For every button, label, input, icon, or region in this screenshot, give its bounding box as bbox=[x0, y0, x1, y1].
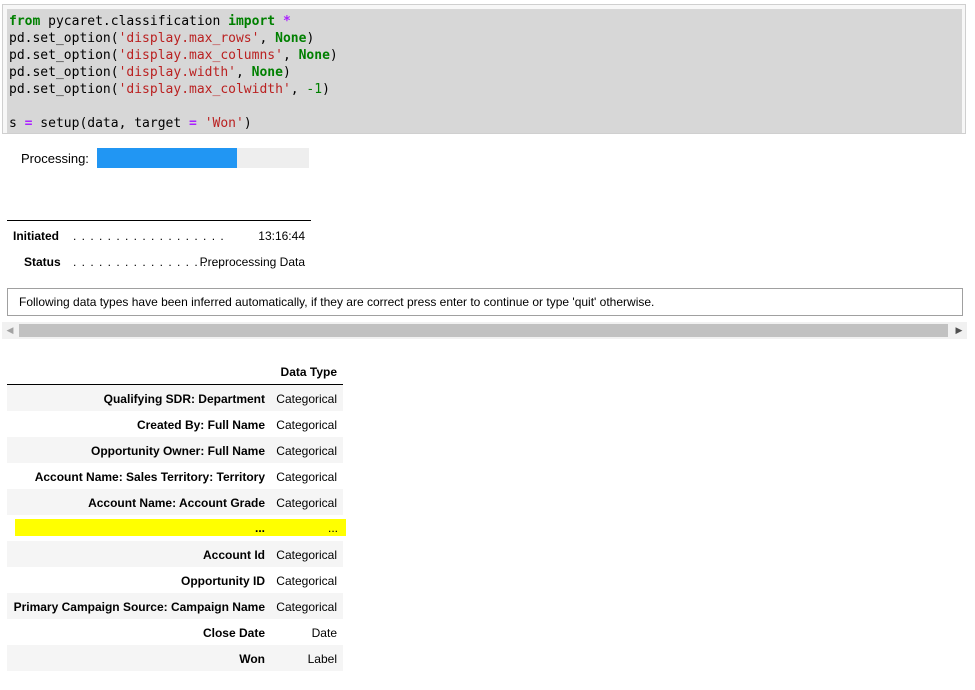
initiated-value: 13:16:44 bbox=[258, 229, 305, 243]
initiated-label: Initiated bbox=[13, 229, 60, 243]
feature-name: Opportunity ID bbox=[181, 574, 265, 588]
code-token: s bbox=[9, 116, 25, 131]
code-token: from bbox=[9, 14, 41, 29]
feature-name: Won bbox=[239, 652, 265, 666]
code-line: s = setup(data, target = 'Won') bbox=[9, 115, 962, 132]
initiated-dots: . . . . . . . . . . . . . . . . . . bbox=[73, 229, 225, 243]
code-token: ) bbox=[243, 116, 252, 131]
code-token: pd.set_option( bbox=[9, 48, 119, 63]
scroll-right-arrow-icon[interactable]: ▶ bbox=[951, 322, 967, 339]
status-row-initiated: Initiated . . . . . . . . . . . . . . . … bbox=[7, 221, 311, 247]
progress-bar-fill bbox=[97, 148, 237, 168]
table-row: Account Id Categorical bbox=[7, 541, 343, 567]
feature-name: Account Name: Account Grade bbox=[88, 496, 265, 510]
status-value: Preprocessing Data bbox=[199, 255, 305, 269]
feature-name: Close Date bbox=[202, 626, 265, 640]
code-line: pd.set_option('display.max_colwidth', -1… bbox=[9, 81, 962, 98]
feature-type: Categorical bbox=[276, 496, 337, 510]
code-line: from pycaret.classification import * bbox=[9, 13, 962, 30]
code-token: * bbox=[282, 14, 291, 29]
code-token: -1 bbox=[306, 82, 323, 97]
table-row: Account Name: Account Grade Categorical bbox=[7, 489, 343, 515]
feature-name: Account Name: Sales Territory: Territory bbox=[34, 470, 265, 484]
code-token: pd.set_option( bbox=[9, 31, 119, 46]
code-token: 'display.max_rows' bbox=[118, 31, 260, 46]
feature-type: Date bbox=[311, 626, 337, 640]
code-cell[interactable]: from pycaret.classification import * pd.s… bbox=[2, 4, 966, 134]
info-message: Following data types have been inferred … bbox=[7, 288, 963, 316]
ellipsis-row: ... ... bbox=[15, 519, 346, 536]
feature-name: Created By: Full Name bbox=[136, 418, 265, 432]
code-token: import bbox=[228, 14, 276, 29]
feature-name: Primary Campaign Source: Campaign Name bbox=[13, 600, 265, 614]
code-token: , bbox=[282, 48, 299, 63]
ellipsis-name: ... bbox=[254, 521, 265, 535]
table-row: Opportunity Owner: Full Name Categorical bbox=[7, 437, 343, 463]
code-token: , bbox=[290, 82, 307, 97]
table-row: Won Label bbox=[7, 645, 343, 671]
table-row: Opportunity ID Categorical bbox=[7, 567, 343, 593]
code-token: , bbox=[259, 31, 276, 46]
code-token: None bbox=[275, 31, 307, 46]
code-token: pd.set_option( bbox=[9, 82, 119, 97]
code-token: None bbox=[251, 65, 283, 80]
code-token: 'Won' bbox=[204, 116, 244, 131]
feature-type: Categorical bbox=[276, 548, 337, 562]
code-token: ) bbox=[329, 48, 338, 63]
code-token: pycaret.classification bbox=[40, 14, 229, 29]
status-table: Initiated . . . . . . . . . . . . . . . … bbox=[7, 220, 311, 273]
table-row: Qualifying SDR: Department Categorical bbox=[7, 385, 343, 411]
code-line: pd.set_option('display.max_columns', Non… bbox=[9, 47, 962, 64]
feature-type: Categorical bbox=[276, 444, 337, 458]
code-token: 'display.width' bbox=[118, 65, 236, 80]
code-token: setup(data, target bbox=[32, 116, 190, 131]
status-row-status: Status . . . . . . . . . . . . . . . . .… bbox=[7, 247, 311, 273]
table-row: Primary Campaign Source: Campaign Name Ca… bbox=[7, 593, 343, 619]
code-token: = bbox=[189, 116, 197, 131]
feature-name: Qualifying SDR: Department bbox=[103, 392, 265, 406]
code-token: None bbox=[298, 48, 330, 63]
table-row: Account Name: Sales Territory: Territory… bbox=[7, 463, 343, 489]
table-row: Close Date Date bbox=[7, 619, 343, 645]
feature-type: Categorical bbox=[276, 470, 337, 484]
feature-type: Categorical bbox=[276, 392, 337, 406]
feature-type: Label bbox=[307, 652, 337, 666]
feature-type: Categorical bbox=[276, 418, 337, 432]
processing-indicator: Processing: bbox=[21, 148, 309, 168]
data-type-table: Data Type Qualifying SDR: Department Cate… bbox=[7, 358, 346, 671]
table-header: Data Type bbox=[7, 358, 343, 385]
progress-bar bbox=[97, 148, 309, 168]
scrollbar-thumb[interactable] bbox=[19, 324, 948, 337]
table-row: Created By: Full Name Categorical bbox=[7, 411, 343, 437]
code-token: ) bbox=[322, 82, 330, 97]
code-token: ) bbox=[306, 31, 315, 46]
column-header-data-type: Data Type bbox=[280, 365, 337, 379]
feature-name: Account Id bbox=[203, 548, 265, 562]
scroll-left-arrow-icon[interactable]: ◀ bbox=[2, 322, 18, 339]
ellipsis-type: ... bbox=[327, 521, 338, 535]
code-line: pd.set_option('display.max_rows', None) bbox=[9, 30, 962, 47]
code-token: pd.set_option( bbox=[9, 65, 119, 80]
feature-type: Categorical bbox=[276, 574, 337, 588]
code-line: pd.set_option('display.width', None) bbox=[9, 64, 962, 81]
processing-label: Processing: bbox=[21, 150, 89, 166]
status-label: Status bbox=[24, 255, 61, 269]
code-token: 'display.max_colwidth' bbox=[118, 82, 291, 97]
feature-name: Opportunity Owner: Full Name bbox=[90, 444, 265, 458]
code-token: , bbox=[235, 65, 252, 80]
code-editor[interactable]: from pycaret.classification import * pd.s… bbox=[7, 9, 962, 133]
code-token: 'display.max_columns' bbox=[118, 48, 283, 63]
feature-type: Categorical bbox=[276, 600, 337, 614]
horizontal-scrollbar[interactable]: ◀ ▶ bbox=[2, 322, 967, 339]
code-token: ) bbox=[282, 65, 291, 80]
